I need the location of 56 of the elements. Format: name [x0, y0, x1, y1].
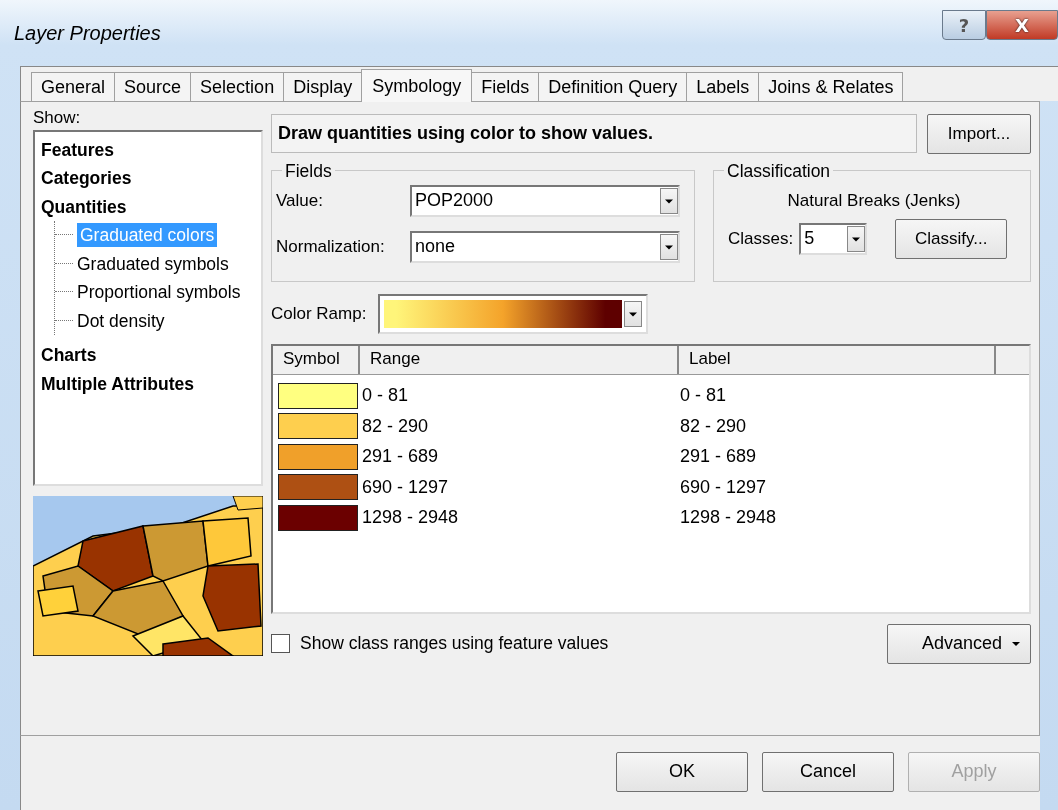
normalization-dropdown[interactable]: none: [410, 230, 680, 263]
method-text: Natural Breaks (Jenks): [786, 189, 962, 212]
tab[interactable]: Selection: [190, 71, 285, 101]
table-cell: 690 - 1297: [680, 476, 767, 498]
field-label: Normalization:: [276, 236, 386, 257]
value-dropdown[interactable]: POP2000: [410, 184, 680, 217]
color-swatch[interactable]: [278, 474, 358, 501]
field-label: Classes:: [728, 228, 794, 249]
column-header[interactable]: Range: [360, 345, 679, 374]
tab[interactable]: Fields: [471, 71, 540, 101]
tab[interactable]: Joins & Relates: [758, 71, 904, 101]
tab[interactable]: General: [31, 71, 116, 101]
table-cell: 1298 - 2948: [680, 507, 777, 529]
caret-icon: [1010, 639, 1022, 648]
dialog-button[interactable]: Cancel: [762, 751, 894, 792]
tab[interactable]: Source: [114, 71, 192, 101]
dialog-button[interactable]: OK: [616, 751, 748, 792]
tree-item[interactable]: Categories: [41, 164, 261, 193]
tab[interactable]: Definition Query: [538, 71, 688, 101]
table-cell: 82 - 290: [680, 415, 747, 437]
classes-dropdown[interactable]: 5: [799, 222, 868, 255]
column-header[interactable]: Symbol: [273, 345, 360, 374]
table-cell-text: 690 - 1297: [362, 476, 450, 498]
tree-item[interactable]: Charts: [41, 341, 261, 370]
table-cell-text: 291 - 689: [362, 446, 440, 468]
table-cell: 291 - 689: [680, 446, 757, 468]
table-cell-text: 1298 - 2948: [362, 507, 460, 529]
tree-item[interactable]: Multiple Attributes: [41, 369, 261, 399]
tab[interactable]: Display: [283, 71, 363, 101]
field-label: Color Ramp:: [271, 303, 367, 324]
table-cell-text: 82 - 290: [362, 415, 430, 437]
color-swatch[interactable]: [278, 413, 358, 440]
color-swatch[interactable]: [278, 443, 358, 470]
tree-item[interactable]: Proportional symbols: [77, 278, 241, 307]
tab[interactable]: Symbology: [361, 68, 473, 102]
column-header[interactable]: Label: [679, 345, 996, 374]
checkbox[interactable]: [271, 634, 290, 654]
tab[interactable]: Labels: [686, 71, 760, 101]
table-cell: 0 - 81: [680, 385, 727, 407]
table-cell-text: 0 - 81: [362, 385, 410, 407]
show-label: Show:: [33, 106, 82, 129]
color-swatch[interactable]: [278, 504, 358, 531]
checkbox-label: Show class ranges using feature values: [300, 633, 609, 655]
field-label: Value:: [276, 190, 324, 211]
tree-item[interactable]: Features: [41, 135, 261, 165]
tree-item[interactable]: Graduated symbols: [77, 249, 229, 279]
tree-item[interactable]: Dot density: [77, 306, 165, 336]
advanced-button[interactable]: Advanced: [887, 623, 1031, 664]
import-button[interactable]: Import...: [927, 113, 1031, 154]
description-text: Draw quantities using color to show values.: [271, 114, 917, 154]
help-button[interactable]: ?: [942, 10, 986, 40]
window-title: Layer Properties: [13, 21, 161, 45]
color-swatch[interactable]: [278, 382, 358, 409]
color-ramp-dropdown[interactable]: [378, 293, 649, 334]
classify-button[interactable]: Classify...: [895, 218, 1008, 259]
tree-item[interactable]: Quantities: [41, 192, 261, 222]
